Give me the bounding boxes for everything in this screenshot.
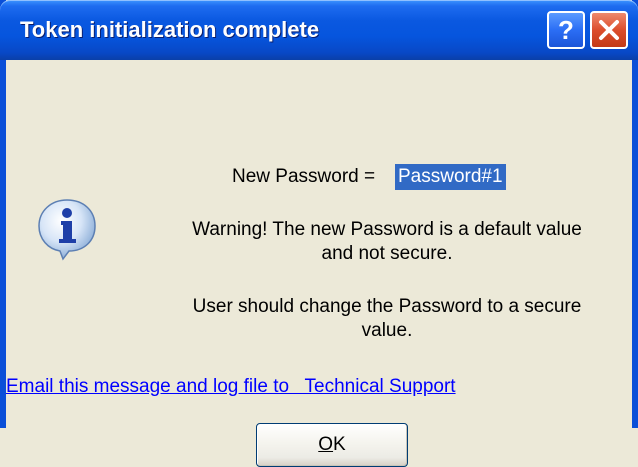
dialog-window: Token initialization complete ? New Pass… bbox=[0, 0, 638, 467]
ok-button-label-rest: K bbox=[333, 434, 346, 455]
user-advice-line-2: value. bbox=[361, 320, 413, 341]
warning-text-line-2: and not secure. bbox=[321, 243, 453, 264]
warning-text-line-1: Warning! The new Password is a default v… bbox=[192, 219, 582, 240]
help-question-icon: ? bbox=[558, 15, 574, 45]
window-title: Token initialization complete bbox=[20, 17, 320, 42]
ok-button-mnemonic: O bbox=[318, 434, 334, 455]
close-button[interactable] bbox=[590, 11, 628, 49]
dialog-body: New Password = Password#1 Warning! The n… bbox=[6, 60, 632, 467]
ok-button[interactable]: OK bbox=[256, 423, 408, 467]
close-x-icon bbox=[599, 20, 619, 40]
new-password-label: New Password = bbox=[232, 166, 376, 187]
information-icon bbox=[38, 199, 96, 261]
svg-text:?: ? bbox=[558, 15, 574, 45]
new-password-value[interactable]: Password#1 bbox=[395, 164, 506, 190]
help-button[interactable]: ? bbox=[547, 11, 585, 49]
title-bar[interactable]: Token initialization complete ? bbox=[0, 0, 638, 60]
user-advice-line-1: User should change the Password to a sec… bbox=[192, 296, 582, 317]
email-support-link[interactable]: Email this message and log file to Techn… bbox=[6, 374, 456, 400]
